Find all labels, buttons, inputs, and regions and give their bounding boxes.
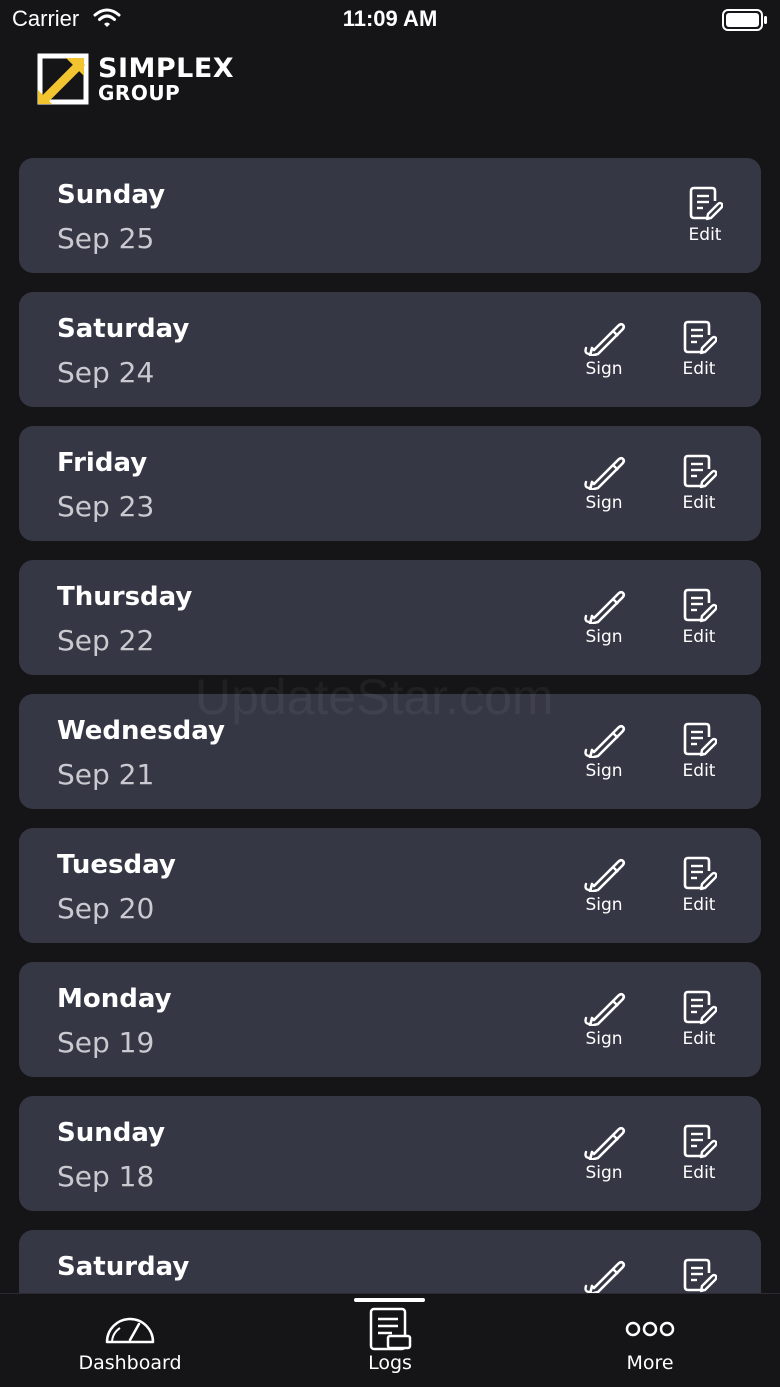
edit-label: Edit [682,493,716,513]
edit-button[interactable]: Edit [664,1124,734,1183]
sign-label: Sign [585,627,623,647]
sign-label: Sign [585,761,623,781]
edit-document-icon [683,454,717,489]
sign-button[interactable]: Sign [569,1124,639,1183]
tab-more[interactable]: More [550,1294,750,1387]
sign-label: Sign [585,1163,623,1183]
logs-icon [369,1307,412,1351]
log-date: Sep 24 [57,356,155,389]
edit-button[interactable]: Edit [664,990,734,1049]
pen-icon [584,1126,626,1160]
edit-label: Edit [688,225,722,245]
log-date: Sep 19 [57,1026,155,1059]
tab-logs[interactable]: Logs [290,1294,490,1387]
edit-document-icon [683,1258,717,1293]
sign-button[interactable]: Sign [569,722,639,781]
sign-button[interactable]: Sign [569,856,639,915]
pen-icon [584,456,626,490]
status-bar: Carrier 11:09 AM [0,0,780,40]
edit-label: Edit [682,1029,716,1049]
pen-icon [584,322,626,356]
edit-document-icon [683,990,717,1025]
edit-button[interactable]: Edit [670,186,740,245]
log-date: Sep 22 [57,624,155,657]
log-day: Wednesday [57,716,225,746]
log-date: Sep 18 [57,1160,155,1193]
edit-document-icon [689,186,723,221]
pen-icon [584,858,626,892]
sign-button[interactable]: Sign [569,1258,639,1293]
edit-button[interactable]: Edit [664,1258,734,1293]
log-day: Tuesday [57,850,176,880]
logs-screen: Carrier 11:09 AM SIMPLEX GROUP Sunday Sep… [0,0,780,1387]
pen-icon [584,590,626,624]
edit-document-icon [683,320,717,355]
edit-document-icon [683,1124,717,1159]
logo-mark-icon [37,53,89,105]
sign-label: Sign [585,359,623,379]
edit-button[interactable]: Edit [664,320,734,379]
edit-button[interactable]: Edit [664,856,734,915]
log-card[interactable]: Friday Sep 23 Sign Edit [19,426,761,541]
logo-text-simplex: SIMPLEX [98,53,235,84]
edit-label: Edit [682,1163,716,1183]
tab-dashboard-label: Dashboard [78,1352,182,1374]
edit-button[interactable]: Edit [664,722,734,781]
tab-more-label: More [626,1352,674,1374]
log-day: Saturday [57,1252,190,1282]
edit-button[interactable]: Edit [664,454,734,513]
log-card[interactable]: Saturday Sep 24 Sign Edit [19,292,761,407]
edit-label: Edit [682,627,716,647]
tab-bar: Dashboard Logs More [0,1293,780,1387]
speedometer-icon [105,1317,155,1344]
log-card[interactable]: Thursday Sep 22 Sign Edit [19,560,761,675]
log-day: Monday [57,984,172,1014]
battery-icon [722,9,767,31]
edit-document-icon [683,722,717,757]
sign-button[interactable]: Sign [569,454,639,513]
more-dots-icon [625,1321,675,1337]
logo-text-group: GROUP [98,81,181,105]
log-card[interactable]: Saturday Sign Edit [19,1230,761,1293]
log-date: Sep 23 [57,490,155,523]
pen-icon [584,992,626,1026]
edit-label: Edit [682,761,716,781]
status-time: 11:09 AM [342,6,438,31]
log-card[interactable]: Tuesday Sep 20 Sign Edit [19,828,761,943]
tab-logs-label: Logs [368,1352,412,1374]
log-day: Friday [57,448,148,478]
log-card[interactable]: Sunday Sep 18 Sign Edit [19,1096,761,1211]
edit-label: Edit [682,359,716,379]
edit-label: Edit [682,895,716,915]
log-list[interactable]: Sunday Sep 25 Edit Saturday Sep 24 Sign Edit Fr… [19,158,761,1293]
simplex-group-logo: SIMPLEX GROUP [36,52,234,106]
pen-icon [584,1260,626,1293]
log-date: Sep 20 [57,892,155,925]
log-day: Thursday [57,582,193,612]
log-day: Sunday [57,1118,166,1148]
tab-dashboard[interactable]: Dashboard [30,1294,230,1387]
log-date: Sep 25 [57,222,155,255]
sign-button[interactable]: Sign [569,588,639,647]
log-card[interactable]: Wednesday Sep 21 Sign Edit [19,694,761,809]
tab-selected-indicator [354,1298,425,1302]
sign-label: Sign [585,493,623,513]
edit-document-icon [683,856,717,891]
sign-label: Sign [585,1029,623,1049]
log-day: Sunday [57,180,166,210]
edit-button[interactable]: Edit [664,588,734,647]
log-day: Saturday [57,314,190,344]
sign-button[interactable]: Sign [569,990,639,1049]
log-date: Sep 21 [57,758,155,791]
pen-icon [584,724,626,758]
sign-button[interactable]: Sign [569,320,639,379]
log-card[interactable]: Monday Sep 19 Sign Edit [19,962,761,1077]
sign-label: Sign [585,895,623,915]
edit-document-icon [683,588,717,623]
log-card[interactable]: Sunday Sep 25 Edit [19,158,761,273]
